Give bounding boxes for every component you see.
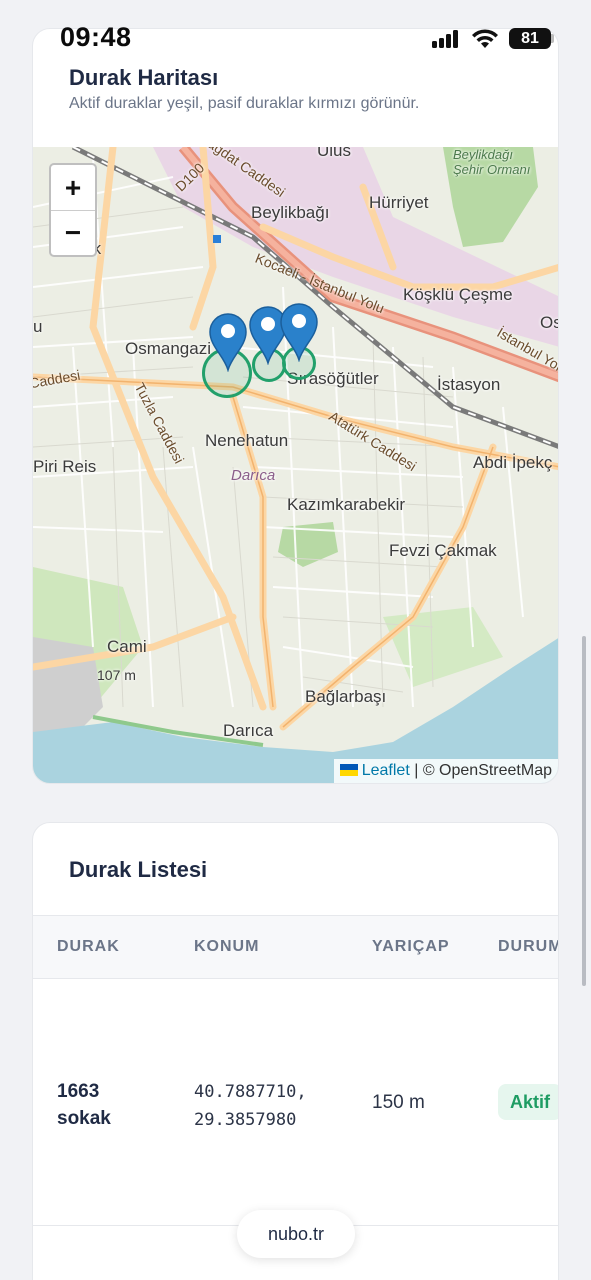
status-time: 09:48 — [60, 22, 132, 52]
map-label-baglarbasi: Bağlarbaşı — [305, 687, 387, 706]
map-label-nenehatun: Nenehatun — [205, 431, 289, 450]
table-row[interactable]: 1663 sokak 40.7887710, 29.3857980 150 m … — [33, 980, 558, 1226]
map-label-hurriyet: Hürriyet — [369, 193, 429, 212]
list-title: Durak Listesi — [69, 857, 208, 882]
map-label-cami: Cami — [107, 637, 147, 656]
map-label-forest: Beylikdağı Şehir Ormanı — [453, 147, 531, 177]
cellular-signal-icon — [432, 30, 460, 48]
status-bar: 09:48 81 — [0, 0, 591, 58]
map-label-beylikbagi: Beylikbağı — [251, 203, 330, 222]
stop-name: 1663 sokak — [57, 1081, 111, 1129]
battery-icon: 81 — [509, 28, 551, 49]
map-label-fevzi-cakmak: Fevzi Çakmak — [389, 541, 497, 560]
stop-location: 40.7887710, 29.3857980 — [194, 1082, 307, 1130]
column-header-location[interactable]: KONUM — [194, 938, 259, 956]
map-title: Durak Haritası — [69, 65, 219, 90]
column-header-status[interactable]: DURUM — [498, 938, 558, 956]
map-card: Durak Haritası Aktif duraklar yeşil, pas… — [32, 28, 559, 784]
column-header-stop[interactable]: DURAK — [57, 938, 120, 956]
map-marker-icon[interactable] — [279, 302, 319, 362]
map-label-istasyon: İstasyon — [437, 375, 501, 394]
map-label-darica-city: Darıca — [231, 467, 276, 484]
stop-radius: 150 m — [372, 1092, 425, 1113]
map-label-os: Os — [540, 313, 558, 332]
stop-map[interactable]: Ulus Beylikdağı Şehir Ormanı D100 Beylik… — [33, 147, 558, 783]
map-attribution: Leaflet | © OpenStreetMap — [333, 759, 558, 783]
map-label-ulus: Ulus — [317, 147, 352, 160]
map-label-u: u — [33, 317, 43, 336]
wifi-icon — [472, 29, 498, 48]
zoom-out-button[interactable]: − — [51, 210, 95, 255]
battery-cap — [551, 34, 554, 43]
map-subtitle: Aktif duraklar yeşil, pasif duraklar kır… — [69, 95, 420, 112]
table-header: DURAK KONUM YARIÇAP DURUM — [33, 915, 558, 979]
browser-domain-pill[interactable]: nubo.tr — [237, 1210, 355, 1258]
leaflet-link[interactable]: Leaflet — [362, 762, 410, 779]
column-header-radius[interactable]: YARIÇAP — [372, 938, 450, 956]
map-marker-icon[interactable] — [208, 312, 248, 372]
page-scrollbar[interactable] — [582, 636, 586, 986]
map-label-piri-reis: Piri Reis — [33, 457, 97, 476]
ukraine-flag-icon — [339, 764, 358, 776]
map-label-kosklu: Köşklü Çeşme — [403, 285, 513, 304]
map-label-darica: Darıca — [223, 721, 274, 740]
status-badge: Aktif — [498, 1084, 558, 1120]
osm-attribution: | © OpenStreetMap — [409, 762, 552, 779]
map-label-abdi-ipekci: Abdi İpekç — [473, 453, 553, 472]
zoom-in-button[interactable]: + — [51, 165, 95, 210]
map-label-kazimkarabekir: Kazımkarabekir — [287, 495, 406, 514]
map-label-elevation: 107 m — [97, 667, 136, 683]
map-label-osmangazi: Osmangazi — [125, 339, 211, 358]
zoom-control: + − — [49, 163, 97, 257]
